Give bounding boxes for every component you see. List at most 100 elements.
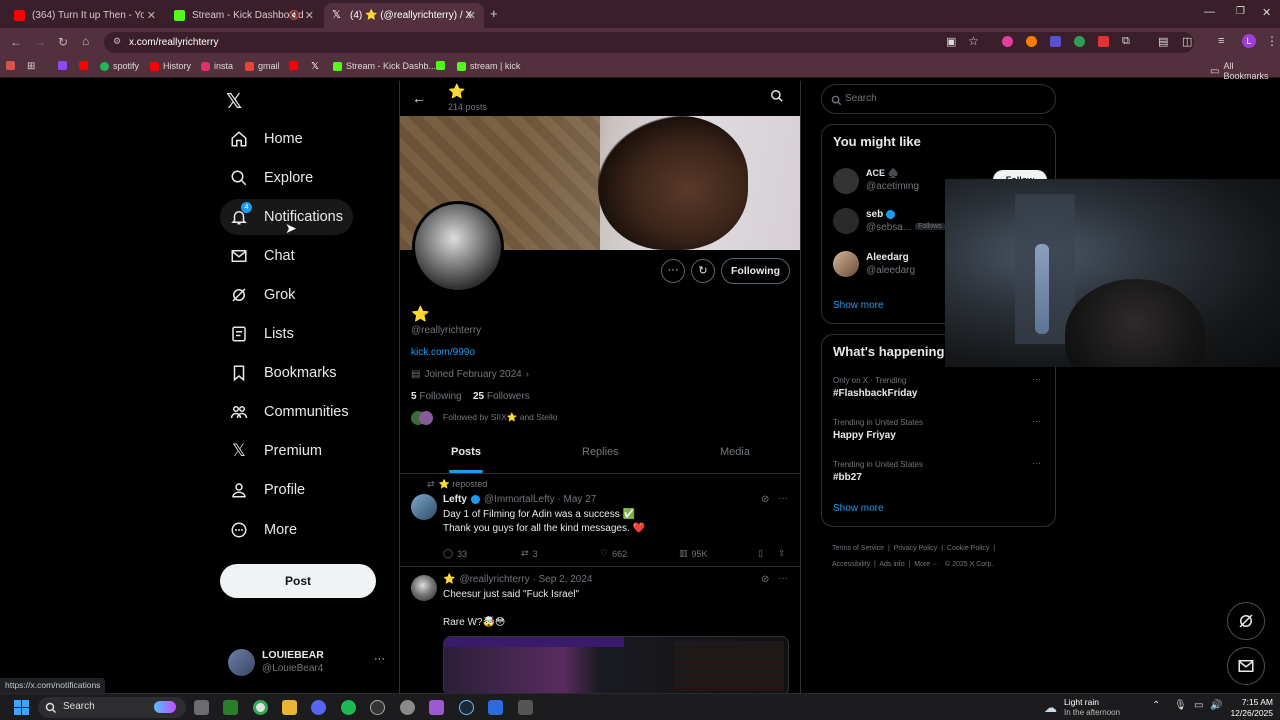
more-dots-icon[interactable]: ···: [661, 259, 685, 283]
kick-icon[interactable]: [436, 61, 445, 70]
bookmark-kick-dashboard[interactable]: Stream - Kick Dashb...: [333, 61, 436, 71]
sidebar-item-home[interactable]: Home: [220, 121, 313, 157]
apps-icon[interactable]: [6, 61, 15, 70]
bookmark-spotify[interactable]: spotify: [100, 61, 139, 71]
obs-icon[interactable]: [370, 700, 385, 715]
post-button[interactable]: Post: [220, 564, 376, 598]
more-dots-icon[interactable]: ···: [778, 573, 788, 584]
footer-link[interactable]: Terms of Service: [832, 545, 884, 552]
bookmark-history[interactable]: History: [150, 61, 191, 71]
settings-icon[interactable]: [400, 700, 415, 715]
avatar[interactable]: [411, 575, 437, 601]
tab-youtube[interactable]: (364) Turn It up Then - YouTube ✕: [6, 3, 164, 28]
reload-icon[interactable]: ↻: [58, 35, 68, 49]
bookmark-insta[interactable]: insta: [201, 61, 233, 71]
avatar[interactable]: [411, 494, 437, 520]
profile-avatar[interactable]: [412, 201, 504, 293]
followers-count-link[interactable]: 25 Followers: [473, 391, 530, 402]
sidebar-item-lists[interactable]: Lists: [220, 316, 304, 352]
forward-icon[interactable]: →: [34, 35, 46, 49]
sidebar-item-more[interactable]: More: [220, 512, 307, 548]
mute-icon[interactable]: 🔇: [289, 10, 300, 21]
subscribe-notify-icon[interactable]: ↻: [691, 259, 715, 283]
sidebar-item-chat[interactable]: Chat: [220, 238, 305, 274]
spotify-icon[interactable]: [341, 700, 356, 715]
sidebar-item-premium[interactable]: 𝕏 Premium: [220, 433, 332, 469]
maximize-button[interactable]: ❐: [1236, 6, 1245, 17]
windows-start-icon[interactable]: [14, 700, 29, 715]
tab-media[interactable]: Media: [720, 446, 750, 458]
tweet-author[interactable]: Lefty @ImmortalLefty · May 27: [443, 494, 596, 505]
app-icon[interactable]: [518, 700, 533, 715]
twitch-icon[interactable]: [58, 61, 67, 70]
game-icon[interactable]: [429, 700, 444, 715]
tweet-media-image[interactable]: [443, 636, 789, 693]
more-dots-icon[interactable]: ···: [1032, 374, 1041, 384]
followed-by-text[interactable]: Followed by SIIX⭐ and Stello: [443, 412, 558, 423]
tab-kick-dashboard[interactable]: Stream - Kick Dashboard 🔇 ✕: [166, 3, 322, 28]
following-button[interactable]: Following: [721, 258, 790, 284]
steam-icon[interactable]: [459, 700, 474, 715]
profile-avatar-icon[interactable]: L: [1242, 34, 1256, 48]
footer-link[interactable]: Ads info: [879, 561, 904, 568]
share-icon[interactable]: ⇪: [778, 548, 786, 559]
extension-icon[interactable]: [1074, 36, 1085, 47]
close-tab-icon[interactable]: ✕: [467, 9, 476, 22]
following-count-link[interactable]: 5 Following: [411, 391, 462, 402]
trend-item[interactable]: Trending in United States #bb27 ···: [833, 458, 1053, 492]
bookmark-stream-kick[interactable]: stream | kick: [457, 61, 520, 71]
like-action[interactable]: ♡ 662: [600, 548, 627, 559]
more-dots-icon[interactable]: ···: [778, 493, 788, 504]
back-icon[interactable]: ←: [10, 35, 22, 49]
search-input[interactable]: Search: [821, 84, 1056, 114]
sidebar-item-explore[interactable]: Explore: [220, 160, 323, 196]
youtube-icon[interactable]: [289, 61, 298, 70]
menu-dots-icon[interactable]: ⋮: [1266, 34, 1278, 48]
trend-item[interactable]: Only on X · Trending #FlashbackFriday ··…: [833, 374, 1053, 408]
tweet[interactable]: ⇄ ⭐ reposted Lefty @ImmortalLefty · May …: [400, 474, 800, 566]
footer-link[interactable]: Accessibility: [832, 561, 870, 568]
bookmark-gmail[interactable]: gmail: [245, 61, 280, 71]
minimize-button[interactable]: —: [1204, 6, 1215, 18]
weather-icon[interactable]: ☁: [1044, 700, 1057, 716]
volume-icon[interactable]: 🔊: [1210, 700, 1222, 711]
sidebar-item-grok[interactable]: Grok: [220, 277, 305, 313]
show-more-link[interactable]: Show more: [833, 503, 884, 514]
grok-icon[interactable]: ⊘: [761, 574, 769, 585]
back-arrow-icon[interactable]: ←: [412, 90, 426, 106]
grok-icon[interactable]: ⊘: [761, 494, 769, 505]
grok-floating-button[interactable]: [1227, 602, 1265, 640]
grid-icon[interactable]: ⊞: [27, 61, 35, 72]
tab-posts[interactable]: Posts: [451, 446, 481, 458]
site-info-icon[interactable]: ⚙: [113, 36, 121, 47]
microphone-icon[interactable]: 🎙: [1174, 700, 1187, 711]
file-explorer-icon[interactable]: [282, 700, 297, 715]
repost-action[interactable]: ⇄ 3: [521, 548, 538, 559]
reply-action[interactable]: ◯ 33: [443, 548, 467, 559]
app-icon[interactable]: [488, 700, 503, 715]
cast-icon[interactable]: ▣: [946, 35, 956, 48]
x-logo-icon[interactable]: 𝕏: [311, 61, 319, 72]
bookmark-star-icon[interactable]: ☆: [968, 34, 979, 48]
footer-link[interactable]: More ···: [914, 561, 939, 568]
sidebar-item-communities[interactable]: Communities: [220, 394, 359, 430]
extension-icon[interactable]: [1026, 36, 1037, 47]
sidepanel-icon[interactable]: ▤: [1158, 35, 1168, 48]
close-window-button[interactable]: ✕: [1262, 6, 1271, 19]
extension-icon[interactable]: [1050, 36, 1061, 47]
new-tab-button[interactable]: +: [490, 6, 498, 21]
trend-item[interactable]: Trending in United States Happy Friyay ·…: [833, 416, 1053, 450]
views-action[interactable]: ▥ 95K: [679, 548, 708, 559]
sidebar-item-profile[interactable]: Profile: [220, 472, 315, 508]
footer-link[interactable]: Cookie Policy: [947, 545, 989, 552]
tweet-author[interactable]: ⭐ @reallyrichterry · Sep 2, 2024: [443, 574, 592, 585]
tab-replies[interactable]: Replies: [582, 446, 619, 458]
profile-link[interactable]: kick.com/999o: [411, 347, 475, 358]
bookmark-icon[interactable]: ▯: [758, 548, 763, 559]
youtube-icon[interactable]: [79, 61, 88, 70]
extension-icon[interactable]: [1002, 36, 1013, 47]
task-view-icon[interactable]: [194, 700, 209, 715]
sidebar-item-bookmarks[interactable]: Bookmarks: [220, 355, 347, 391]
taskbar-search[interactable]: Search: [38, 697, 186, 718]
close-tab-icon[interactable]: ✕: [147, 9, 156, 22]
